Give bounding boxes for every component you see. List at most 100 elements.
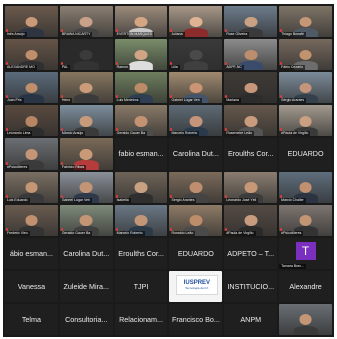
participant-tile[interactable]: Carolina Dut... (169, 138, 223, 170)
participant-tile[interactable]: Geraldo Gauer Ba (59, 204, 113, 236)
muted-mic-icon (60, 62, 63, 66)
participant-head (134, 182, 148, 193)
participant-name: Relacionam... (119, 314, 164, 324)
participant-tile[interactable]: Gabriel Lúgar Veh (169, 72, 223, 104)
participant-tile[interactable]: Fábio Cezário (279, 39, 332, 71)
participant-tile[interactable]: Rose Oliveira (224, 6, 278, 38)
participant-tile[interactable]: Marcio Challer (279, 171, 332, 203)
participant-name: ALEXANDRE MO (5, 65, 37, 71)
participant-tile[interactable]: Eroulths Cor... (114, 237, 168, 269)
participant-tile[interactable]: Ramon (114, 39, 168, 71)
participant-head (299, 314, 312, 326)
participant-tile[interactable]: ADPETO – T... (224, 237, 278, 269)
participant-silhouette (183, 16, 209, 38)
participant-tile[interactable]: Luis Medeiros (114, 72, 168, 104)
participant-tile[interactable]: Francisco Bo... (169, 303, 223, 335)
participant-head (244, 215, 258, 226)
participant-tile[interactable]: Consultoria... (59, 303, 113, 335)
participant-name: Eroulths Cor... (118, 248, 164, 258)
participant-tile[interactable]: Mariana (224, 72, 278, 104)
participant-tile[interactable]: Vanessa (5, 270, 58, 302)
participant-tile[interactable]: EVERTON MARQUES (114, 6, 168, 38)
participant-tile[interactable]: Luis Eduardo (5, 171, 58, 203)
muted-mic-icon (6, 161, 8, 165)
participant-head (25, 16, 38, 28)
participant-tile[interactable]: #Paula de Virgilio (224, 204, 278, 236)
participant-name: Sérgio Arantes (279, 98, 307, 104)
participant-tile[interactable]: TJPI (114, 270, 168, 302)
muted-mic-icon (6, 29, 8, 33)
participant-tile[interactable]: Inês Araújo (5, 6, 58, 38)
participant-tile[interactable]: fabio esman... (114, 138, 168, 170)
participant-name: #PsicoMeres (5, 164, 30, 170)
participant-tile[interactable]: Ronaldo Leão (169, 204, 223, 236)
participant-tile[interactable]: Leonardo Lima (5, 105, 58, 137)
muted-mic-icon (60, 194, 63, 198)
participant-tile[interactable]: EDUARDO (169, 237, 223, 269)
participant-tile[interactable]: Heno (59, 72, 113, 104)
participant-tile[interactable]: #PsicoMeres (279, 204, 332, 236)
participant-name: ADPETO – T... (227, 248, 275, 258)
participant-tile[interactable]: Fabricio Ribas (59, 138, 113, 170)
participant-name: Ronaldo Leão (169, 230, 196, 236)
muted-mic-icon (6, 194, 8, 198)
participant-tile[interactable]: Sergio Arantes (169, 171, 223, 203)
participant-tile[interactable]: Telma (5, 303, 58, 335)
participant-tile[interactable]: PAL (59, 39, 113, 71)
participant-name: Juan Pris (5, 98, 24, 104)
participant-name: Marcelo Roberto (114, 230, 145, 236)
participant-name: EVERTON MARQUES (114, 32, 155, 38)
participant-name: ANPM (240, 314, 262, 324)
participant-tile[interactable]: T Tamara Brav... (279, 237, 332, 269)
participant-tile[interactable]: Alexandre (279, 270, 332, 302)
participant-tile[interactable]: Gabriel Lúgar Veh (59, 171, 113, 203)
participant-tile[interactable]: Rosemeire Leão (224, 105, 278, 137)
participant-tile[interactable]: ALEXANDRE MO (5, 39, 58, 71)
participant-tile[interactable]: Relacionam... (114, 303, 168, 335)
participant-tile[interactable]: Frederic Vieu (5, 204, 58, 236)
participant-name: Márcio Araújo (59, 131, 86, 137)
participant-tile[interactable]: #Paula de Virgilio (279, 105, 332, 137)
participant-tile[interactable]: Thiago Bonafé (279, 6, 332, 38)
participant-tile[interactable]: Zuleide Mira... (59, 270, 113, 302)
participant-tile[interactable]: Juliana (169, 6, 223, 38)
muted-mic-icon (280, 194, 283, 198)
participant-name: Heno (59, 98, 73, 104)
participant-tile[interactable]: Eroulths Cor... (224, 138, 278, 170)
participant-head (189, 16, 203, 28)
participant-tile[interactable]: Lilia (169, 39, 223, 71)
muted-mic-icon (115, 128, 118, 132)
participant-tile[interactable]: IUSPREV Tecnologia da Inf. (169, 270, 223, 302)
participant-head (189, 82, 203, 94)
participant-tile[interactable]: Leonardo José Yéli (224, 171, 278, 203)
participant-name: Sergio Arantes (169, 197, 197, 203)
participant-head (299, 82, 312, 94)
participant-tile[interactable]: INSTITUCIO... (224, 270, 278, 302)
participant-tile[interactable]: EDUARDO (279, 138, 332, 170)
muted-mic-icon (115, 194, 118, 198)
participant-tile[interactable]: ábio esman... (5, 237, 58, 269)
participant-silhouette (128, 49, 154, 71)
participant-name: Fabricio Ribas (59, 164, 87, 170)
participant-name: EDUARDO (287, 149, 324, 159)
participant-name: Zuleide Mira... (63, 281, 110, 291)
participant-tile[interactable]: Isabella (114, 171, 168, 203)
participant-tile[interactable]: Marcelo Roberto (114, 204, 168, 236)
participant-tile[interactable]: #PsicoMeres (5, 138, 58, 170)
participant-tile[interactable]: Marcelo Roberto (169, 105, 223, 137)
participant-tile[interactable]: BRAWA NICARTY (59, 6, 113, 38)
participant-tile[interactable]: Carolina Dut... (59, 237, 113, 269)
participant-tile[interactable]: ADPF-NC (224, 39, 278, 71)
participant-head (79, 115, 93, 127)
muted-mic-icon (6, 227, 8, 231)
participant-silhouette (74, 82, 99, 104)
participant-tile[interactable]: Geraldo Gauer Ba (114, 105, 168, 137)
participant-tile[interactable]: Sérgio Arantes (279, 72, 332, 104)
participant-tile[interactable]: Márcio Araújo (59, 105, 113, 137)
participant-tile[interactable]: ANPM (224, 303, 278, 335)
participant-name: Lilia (169, 65, 180, 71)
participant-tile[interactable] (279, 303, 332, 335)
participant-name: Juliana (169, 32, 185, 38)
muted-mic-icon (115, 29, 118, 33)
participant-tile[interactable]: Juan Pris (5, 72, 58, 104)
